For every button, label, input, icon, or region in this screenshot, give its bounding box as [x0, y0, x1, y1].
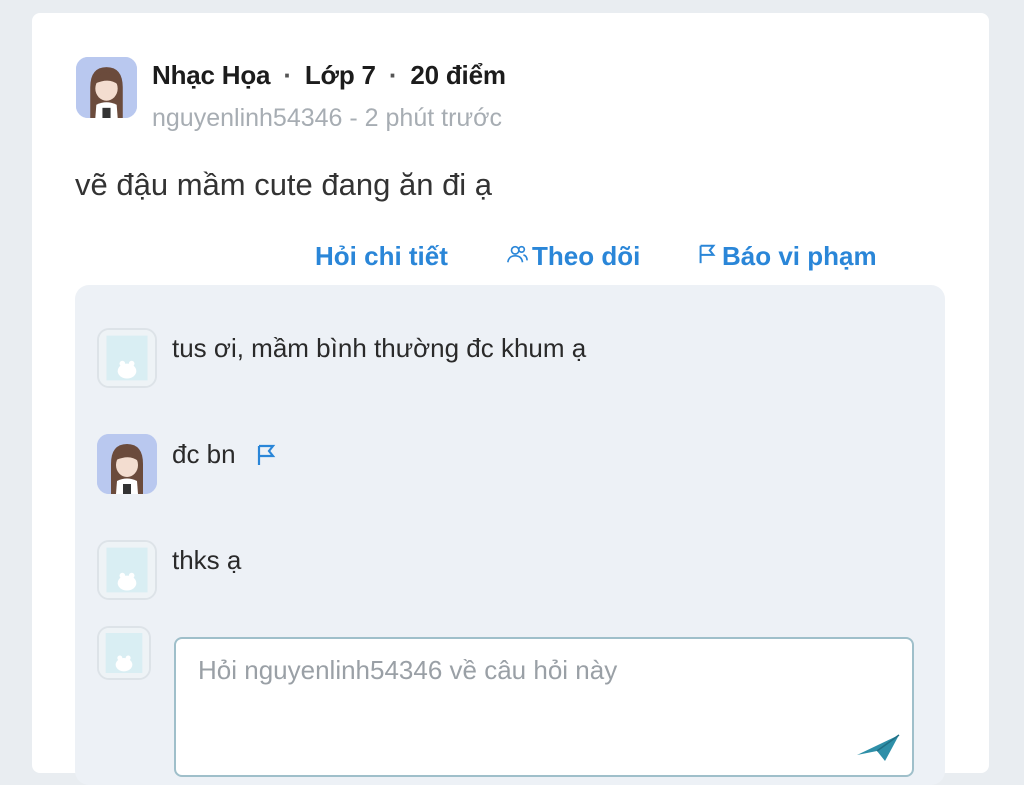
meta-separator: ·	[283, 60, 292, 90]
comment-text: đc bn	[172, 439, 236, 469]
question-card: Nhạc Họa · Lớp 7 · 20 điểm nguyenlinh543…	[32, 13, 989, 785]
author-avatar[interactable]	[76, 57, 137, 118]
girl-avatar-icon	[97, 434, 157, 494]
send-icon[interactable]	[855, 733, 901, 763]
author-byline: nguyenlinh54346 - 2 phút trước	[152, 104, 503, 132]
meta-separator: ·	[388, 60, 398, 90]
question-actions: Hỏi chi tiết Theo dõi Báo vi phạm	[32, 241, 989, 277]
question-meta: Nhạc Họa · Lớp 7 · 20 điểm	[152, 60, 506, 91]
bear-avatar-icon	[99, 542, 155, 598]
report-flag-icon[interactable]	[254, 443, 278, 467]
reply-input[interactable]	[176, 639, 912, 775]
comment-text: tus ơi, mầm bình thường đc khum ạ	[172, 333, 587, 363]
reply-input-box	[174, 637, 914, 777]
question-text: vẽ đậu mầm cute đang ăn đi ạ	[75, 167, 493, 202]
grade-label[interactable]: Lớp 7	[305, 60, 376, 90]
ask-detail-label: Hỏi chi tiết	[315, 241, 448, 271]
report-link[interactable]: Báo vi phạm	[696, 241, 877, 272]
bear-avatar-icon	[99, 330, 155, 386]
comment-item: đc bn	[172, 439, 278, 470]
follow-link[interactable]: Theo dõi	[506, 241, 640, 272]
comment-text: thks ạ	[172, 545, 242, 575]
follow-label: Theo dõi	[532, 241, 641, 271]
report-label: Báo vi phạm	[722, 241, 877, 271]
flag-icon	[696, 241, 718, 272]
current-user-avatar	[97, 626, 151, 680]
follow-users-icon	[506, 241, 528, 272]
comment-avatar[interactable]	[97, 540, 157, 600]
girl-avatar-icon	[76, 57, 137, 118]
comments-section: tus ơi, mầm bình thường đc khum ạ đc bn	[75, 285, 945, 785]
comment-avatar[interactable]	[97, 434, 157, 494]
comment-item: thks ạ	[172, 545, 241, 576]
ask-detail-link[interactable]: Hỏi chi tiết	[315, 241, 448, 272]
comment-item: tus ơi, mầm bình thường đc khum ạ	[172, 333, 586, 364]
bear-avatar-icon	[99, 628, 149, 678]
points-label: 20 điểm	[410, 60, 506, 90]
subject-label[interactable]: Nhạc Họa	[152, 60, 271, 90]
comment-avatar[interactable]	[97, 328, 157, 388]
